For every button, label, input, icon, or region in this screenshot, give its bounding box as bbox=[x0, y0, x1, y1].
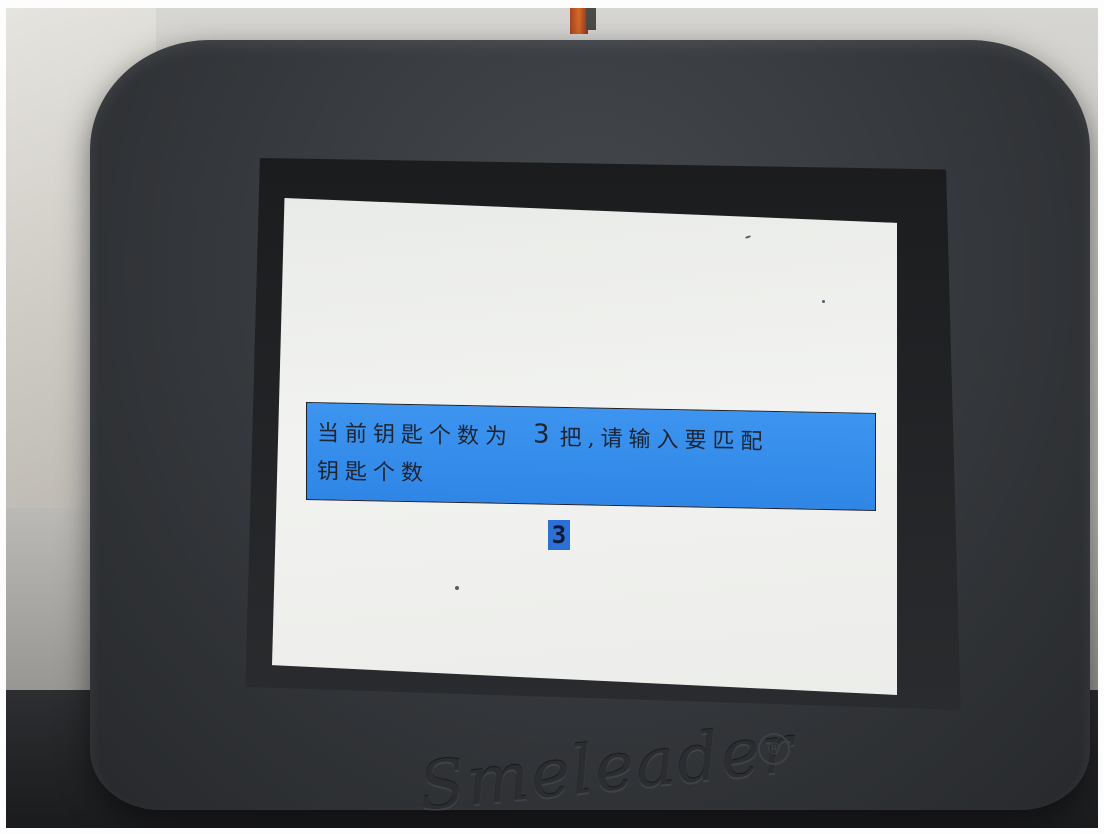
message-suffix: 把,请输入要匹配 bbox=[559, 425, 769, 455]
photo-border bbox=[0, 828, 1104, 834]
photo-scene: 当前钥匙个数为 3 把,请输入要匹配 钥匙个数 3 Smeleader ® bbox=[0, 0, 1104, 834]
photo-border bbox=[1098, 0, 1104, 834]
current-key-count: 3 bbox=[533, 419, 550, 450]
message-banner: 当前钥匙个数为 3 把,请输入要匹配 钥匙个数 bbox=[306, 402, 876, 511]
screen-speck bbox=[455, 586, 459, 590]
registered-mark-icon: ® bbox=[758, 733, 790, 765]
message-line-1: 当前钥匙个数为 3 把,请输入要匹配 bbox=[317, 415, 769, 456]
screen-speck bbox=[822, 300, 825, 303]
key-count-input[interactable]: 3 bbox=[548, 520, 570, 550]
photo-border bbox=[0, 0, 6, 834]
message-line-2: 钥匙个数 bbox=[317, 459, 430, 487]
message-prefix: 当前钥匙个数为 bbox=[317, 421, 514, 450]
photo-border bbox=[0, 0, 1104, 8]
background-cable-dark bbox=[586, 8, 596, 30]
